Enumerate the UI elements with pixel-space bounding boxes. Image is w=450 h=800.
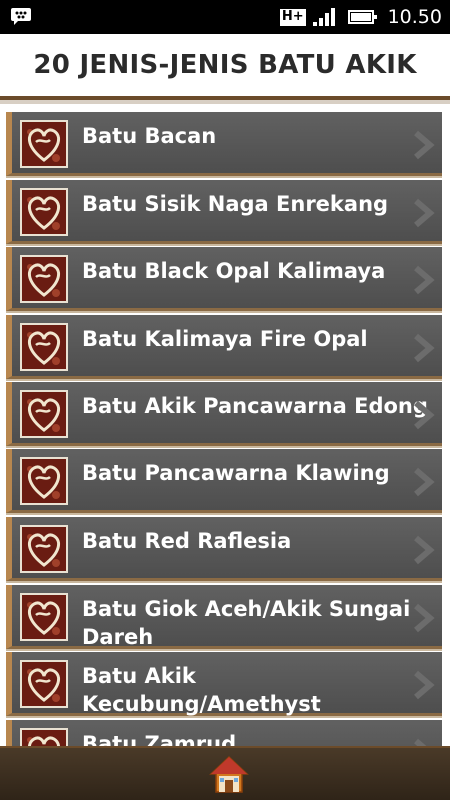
list-item-label: Batu Akik Pancawarna Edong [82, 394, 428, 418]
heart-thumbnail-icon [20, 728, 68, 746]
chevron-right-icon [410, 130, 436, 160]
bottom-bar [0, 746, 450, 800]
list-item-label: Batu Black Opal Kalimaya [82, 259, 386, 283]
heart-thumbnail-icon [20, 120, 68, 168]
list-item[interactable]: Batu Kalimaya Fire Opal [6, 315, 442, 379]
heart-thumbnail-icon [20, 188, 68, 236]
app-header: 20 JENIS-JENIS BATU AKIK [0, 34, 450, 104]
heart-thumbnail-icon [20, 255, 68, 303]
list-item-label: Batu Kalimaya Fire Opal [82, 327, 368, 351]
list-item[interactable]: Batu Akik Pancawarna Edong [6, 382, 442, 446]
chevron-right-icon [410, 400, 436, 430]
list-item[interactable]: Batu Pancawarna Klawing [6, 449, 442, 513]
list-item[interactable]: Batu Bacan [6, 112, 442, 176]
heart-thumbnail-icon [20, 525, 68, 573]
list-item-label: Batu Sisik Naga Enrekang [82, 192, 389, 216]
heart-thumbnail-icon [20, 457, 68, 505]
heart-thumbnail-icon [20, 593, 68, 641]
heart-thumbnail-icon [20, 660, 68, 708]
bbm-icon [11, 8, 31, 25]
chevron-right-icon [410, 535, 436, 565]
list-item-label: Batu Zamrud [82, 732, 237, 746]
chevron-right-icon [410, 198, 436, 228]
chevron-right-icon [410, 738, 436, 746]
chevron-right-icon [410, 670, 436, 700]
chevron-right-icon [410, 265, 436, 295]
chevron-right-icon [410, 603, 436, 633]
list-item-label: Batu Akik Kecubung/Amethyst [82, 664, 321, 716]
list-item[interactable]: Batu Sisik Naga Enrekang [6, 180, 442, 244]
list-item[interactable]: Batu Akik Kecubung/Amethyst [6, 652, 442, 716]
list-item-label: Batu Giok Aceh/Akik Sungai Dareh [82, 597, 411, 649]
signal-icon [312, 8, 335, 26]
list-item[interactable]: Batu Giok Aceh/Akik Sungai Dareh [6, 585, 442, 649]
battery-icon [347, 10, 377, 24]
chevron-right-icon [410, 467, 436, 497]
list-item[interactable]: Batu Zamrud [6, 720, 442, 746]
heart-thumbnail-icon [20, 390, 68, 438]
network-type-badge: H+ [279, 8, 306, 26]
stone-list[interactable]: Batu Bacan Batu Sisik Naga Enrekang Batu B… [0, 106, 450, 746]
heart-thumbnail-icon [20, 323, 68, 371]
page-title: 20 JENIS-JENIS BATU AKIK [33, 50, 417, 80]
list-item[interactable]: Batu Red Raflesia [6, 517, 442, 581]
chevron-right-icon [410, 333, 436, 363]
list-item[interactable]: Batu Black Opal Kalimaya [6, 247, 442, 311]
list-item-label: Batu Red Raflesia [82, 529, 292, 553]
list-item-label: Batu Pancawarna Klawing [82, 461, 390, 485]
status-clock: 10.50 [387, 6, 442, 28]
list-item-label: Batu Bacan [82, 124, 217, 148]
home-icon[interactable] [209, 754, 249, 794]
status-bar: H+ 10.50 [0, 0, 450, 34]
